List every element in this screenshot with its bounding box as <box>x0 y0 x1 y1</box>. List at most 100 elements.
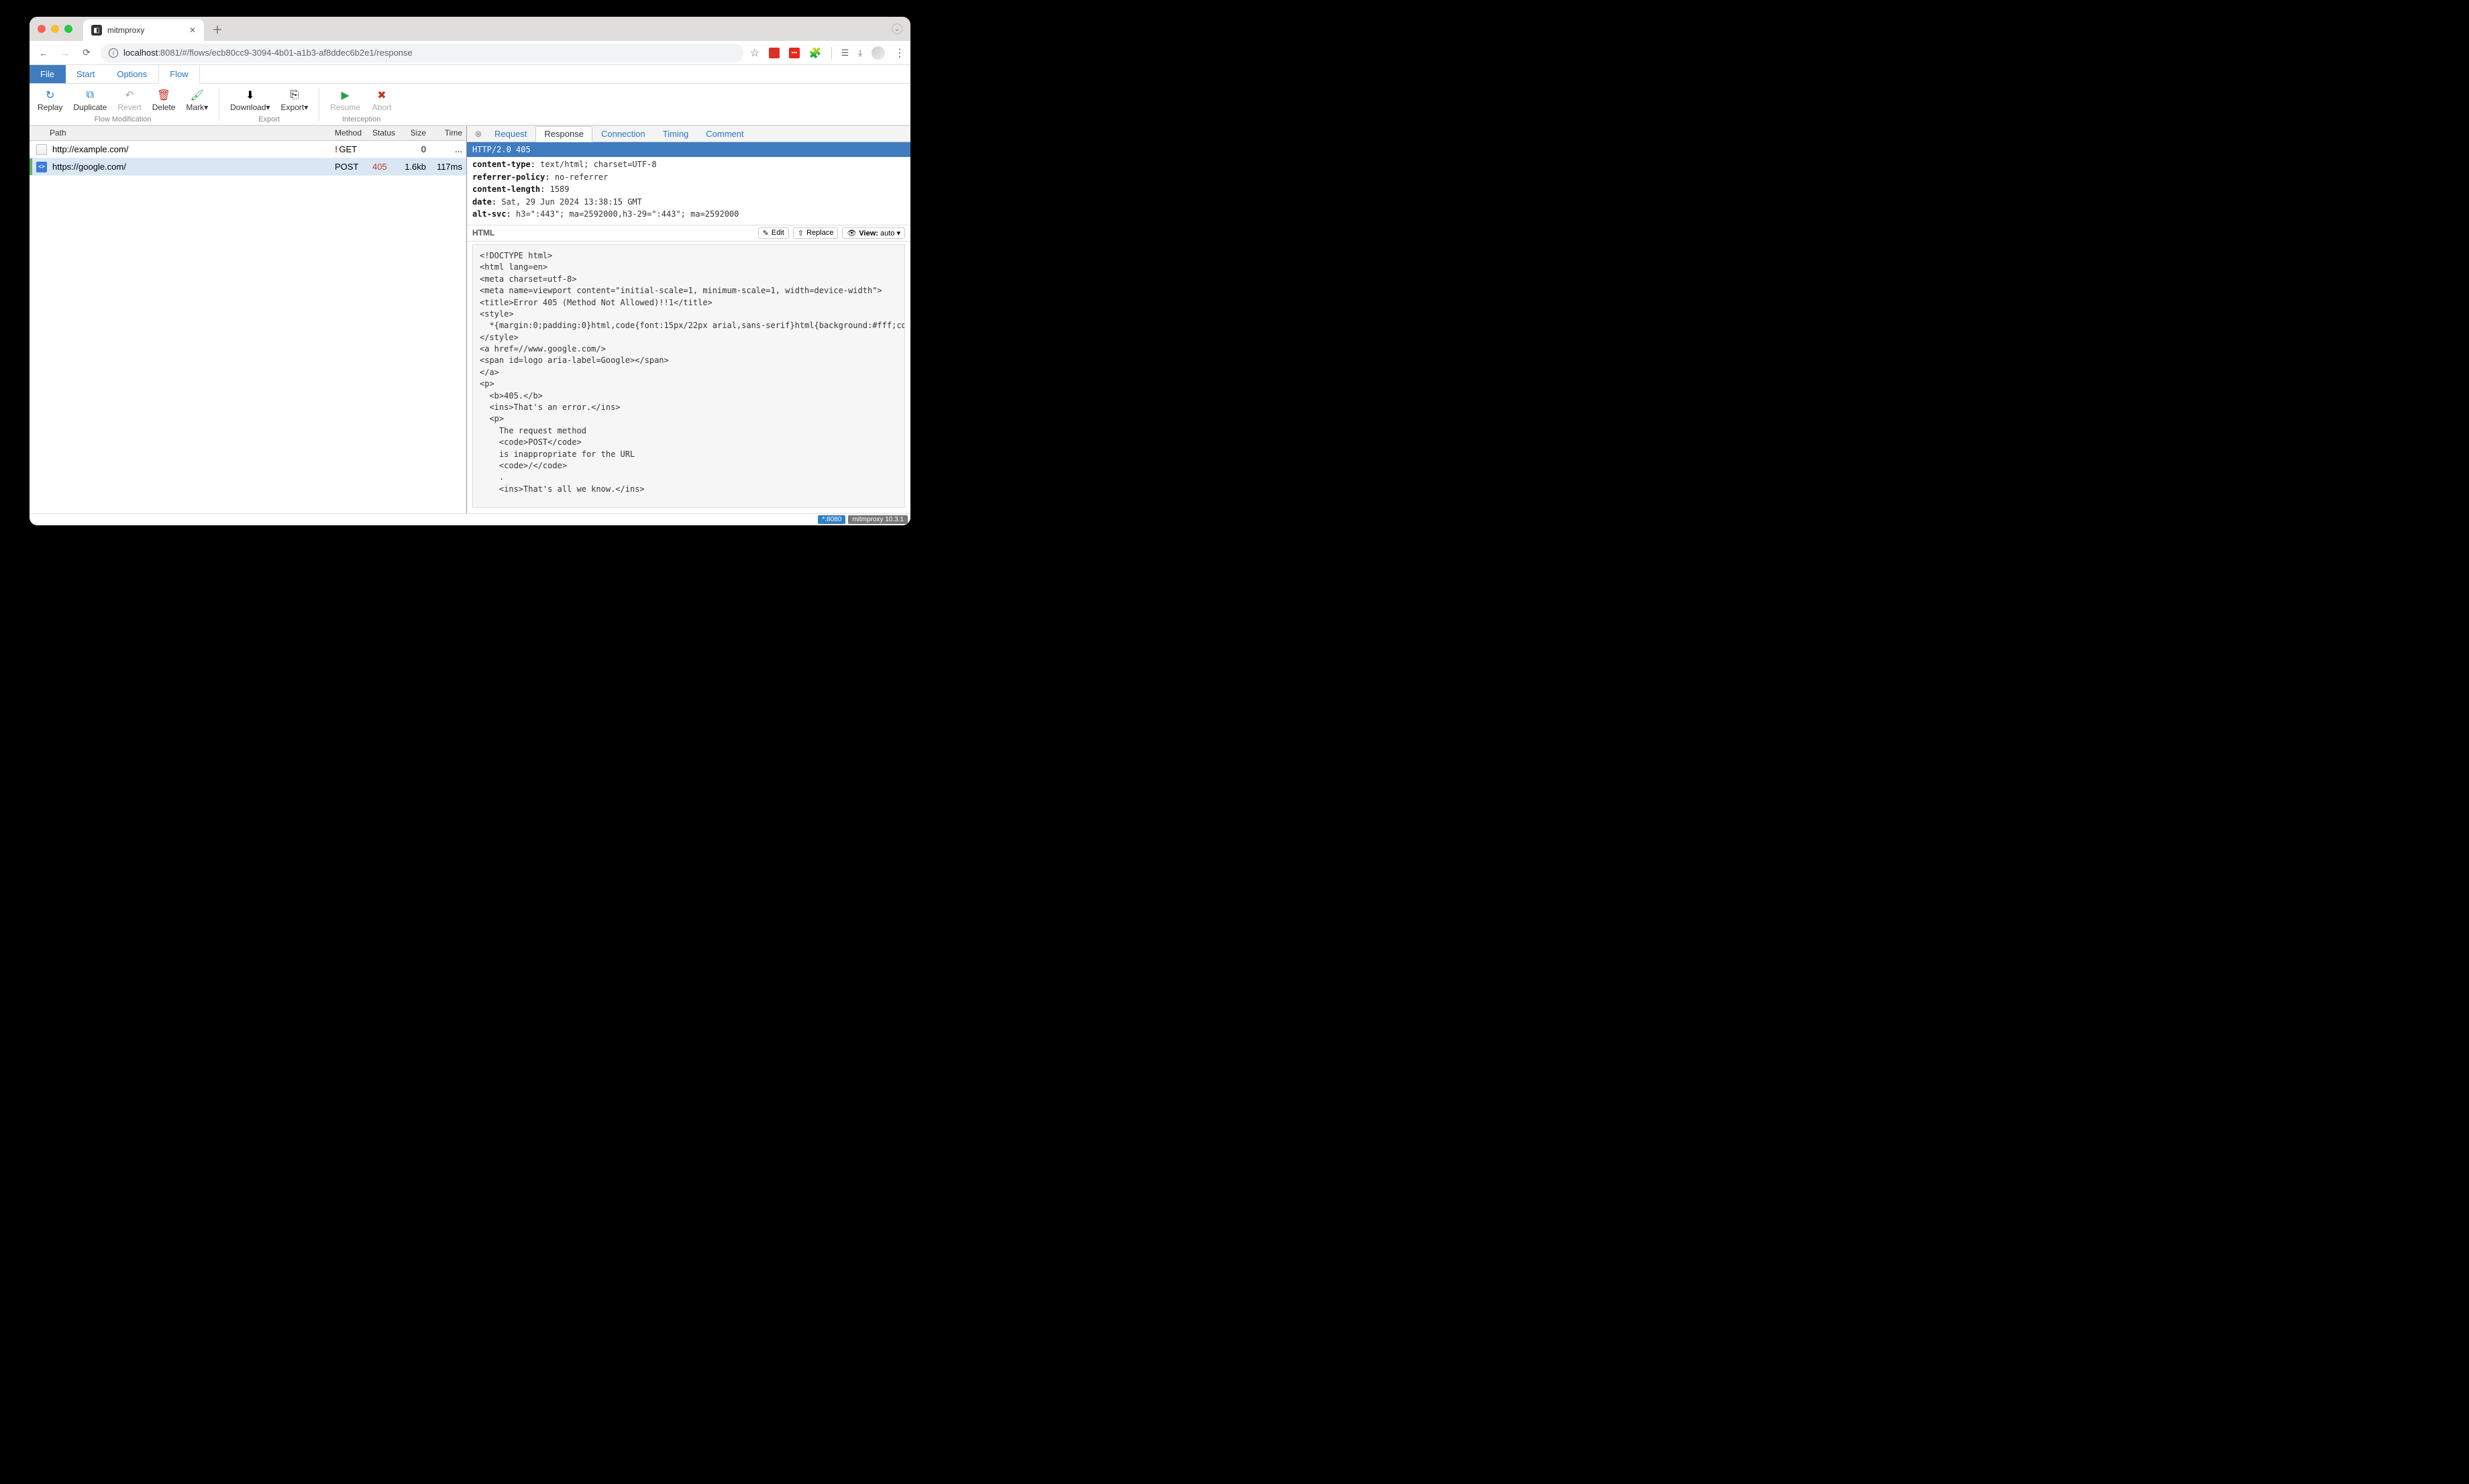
replay-button[interactable]: ↻ Replay <box>32 88 68 113</box>
trash-icon: 🗑 <box>157 89 170 101</box>
reload-button[interactable]: ⟳ <box>79 46 94 60</box>
flow-status <box>368 148 401 152</box>
close-detail-button[interactable]: ⊗ <box>471 126 486 142</box>
abort-icon: ✖ <box>377 89 386 101</box>
resume-button[interactable]: ▶ Resume <box>325 88 366 113</box>
toolbar-group-interception: ▶ Resume ✖ Abort <box>322 84 401 125</box>
menu-file[interactable]: File <box>30 65 66 83</box>
extensions-icon[interactable]: 🧩 <box>809 47 822 59</box>
header-row: content-length: 1589 <box>472 183 905 196</box>
minimize-window-button[interactable] <box>51 25 59 33</box>
site-info-icon[interactable]: i <box>109 48 118 58</box>
url-input[interactable]: i localhost:8081/#/flows/ecb80cc9-3094-4… <box>101 44 743 62</box>
paint-icon: 🖌 <box>191 89 204 101</box>
flow-time: 117ms <box>430 160 466 174</box>
export-button[interactable]: ⎘ Export▾ <box>276 88 314 113</box>
col-time[interactable]: Time <box>430 126 466 140</box>
download-button[interactable]: ⬇ Download▾ <box>225 88 275 113</box>
col-icon <box>30 126 46 140</box>
edit-button[interactable]: ✎Edit <box>758 227 789 239</box>
flow-method: !GET <box>331 142 368 156</box>
response-status-line: HTTP/2.0 405 <box>467 142 910 157</box>
flow-method: POST <box>331 160 368 174</box>
close-tab-button[interactable]: ✕ <box>189 25 196 35</box>
extension-1-icon[interactable] <box>769 48 780 58</box>
revert-button[interactable]: ↶ Revert <box>112 88 146 113</box>
url-path: :8081/#/flows/ecb80cc9-3094-4b01-a1b3-af… <box>158 48 412 58</box>
url-host: localhost <box>123 48 158 58</box>
close-window-button[interactable] <box>38 25 46 33</box>
col-status[interactable]: Status <box>368 126 401 140</box>
menu-options[interactable]: Options <box>106 65 158 83</box>
eye-icon: 👁 <box>847 229 856 237</box>
download-icon: ⬇ <box>246 89 254 101</box>
flow-path: https://google.com/ <box>48 160 331 174</box>
tab-response[interactable]: Response <box>535 126 592 142</box>
toolbar-right: ☆ ••• 🧩 ☰ ⤓ ⋮ <box>750 46 904 60</box>
abort-button[interactable]: ✖ Abort <box>366 88 398 113</box>
mark-button[interactable]: 🖌 Mark▾ <box>180 88 213 113</box>
flow-row[interactable]: <> https://google.com/ POST 405 1.6kb 11… <box>30 158 466 176</box>
tab-request[interactable]: Request <box>486 126 535 142</box>
flow-status: 405 <box>368 160 401 174</box>
body-actions: ✎Edit ⇧Replace 👁View: auto ▾ <box>758 227 905 239</box>
tab-comment[interactable]: Comment <box>697 126 752 142</box>
downloads-icon[interactable]: ⤓ <box>858 48 862 58</box>
body-toolbar: HTML ✎Edit ⇧Replace 👁View: auto ▾ <box>467 225 910 242</box>
tab-connection[interactable]: Connection <box>592 126 654 142</box>
toolbar: ↻ Replay ⧉ Duplicate ↶ Revert 🗑 Delete 🖌… <box>30 84 910 125</box>
profile-avatar[interactable] <box>872 46 885 60</box>
header-row: alt-svc: h3=":443"; ma=2592000,h3-29=":4… <box>472 208 905 221</box>
response-body[interactable]: <!DOCTYPE html> <html lang=en> <meta cha… <box>472 244 905 508</box>
flow-row[interactable]: http://example.com/ !GET 0 ... <box>30 141 466 158</box>
detail-tabs: ⊗ Request Response Connection Timing Com… <box>467 126 910 142</box>
app-menubar: File Start Options Flow <box>30 65 910 84</box>
toolbar-group-modification: ↻ Replay ⧉ Duplicate ↶ Revert 🗑 Delete 🖌… <box>30 84 216 125</box>
export-icon: ⎘ <box>290 89 299 101</box>
header-row: content-type: text/html; charset=UTF-8 <box>472 158 905 171</box>
view-mode-button[interactable]: 👁View: auto ▾ <box>842 227 905 239</box>
response-headers: content-type: text/html; charset=UTF-8 r… <box>467 157 910 225</box>
delete-button[interactable]: 🗑 Delete <box>147 88 181 113</box>
toolbar-group-export: ⬇ Download▾ ⎘ Export▾ <box>222 84 316 125</box>
menu-start[interactable]: Start <box>66 65 106 83</box>
extension-2-icon[interactable]: ••• <box>789 48 800 58</box>
col-size[interactable]: Size <box>401 126 430 140</box>
reading-list-icon[interactable]: ☰ <box>841 48 849 58</box>
flow-icon: <> <box>32 160 48 174</box>
replace-button[interactable]: ⇧Replace <box>793 227 839 239</box>
flow-size: 0 <box>401 142 430 156</box>
menu-flow[interactable]: Flow <box>158 65 199 84</box>
tabs-dropdown-button[interactable]: ⌄ <box>892 23 902 34</box>
tab-favicon: ◧ <box>91 25 102 36</box>
duplicate-button[interactable]: ⧉ Duplicate <box>68 88 112 113</box>
maximize-window-button[interactable] <box>64 25 72 33</box>
flow-time: ... <box>430 142 466 156</box>
tab-timing[interactable]: Timing <box>654 126 698 142</box>
bookmark-icon[interactable]: ☆ <box>750 46 759 60</box>
col-path[interactable]: Path <box>46 126 331 140</box>
listen-port-badge[interactable]: *:8080 <box>818 515 845 524</box>
divider <box>831 47 832 59</box>
duplicate-icon: ⧉ <box>87 89 94 101</box>
upload-icon: ⇧ <box>798 229 804 237</box>
pencil-icon: ✎ <box>763 229 769 237</box>
titlebar: ◧ mitmproxy ✕ ＋ ⌄ <box>30 17 910 41</box>
new-tab-button[interactable]: ＋ <box>212 21 223 37</box>
back-button[interactable]: ← <box>36 46 51 60</box>
statusbar: *:8080 mitmproxy 10.3.1 <box>30 513 910 525</box>
flow-size: 1.6kb <box>401 160 430 174</box>
col-method[interactable]: Method <box>331 126 368 140</box>
tab-title: mitmproxy <box>107 25 184 35</box>
header-row: referrer-policy: no-referrer <box>472 171 905 184</box>
forward-button[interactable]: → <box>58 46 72 60</box>
chrome-menu-icon[interactable]: ⋮ <box>894 46 904 60</box>
html-icon: <> <box>36 162 47 172</box>
main-split: Path Method Status Size Time http://exam… <box>30 125 910 513</box>
flow-icon <box>32 142 48 157</box>
flow-path: http://example.com/ <box>48 142 331 156</box>
flow-list-header: Path Method Status Size Time <box>30 126 466 141</box>
browser-tab[interactable]: ◧ mitmproxy ✕ <box>83 19 204 41</box>
header-row: date: Sat, 29 Jun 2024 13:38:15 GMT <box>472 196 905 209</box>
traffic-lights <box>38 25 72 33</box>
